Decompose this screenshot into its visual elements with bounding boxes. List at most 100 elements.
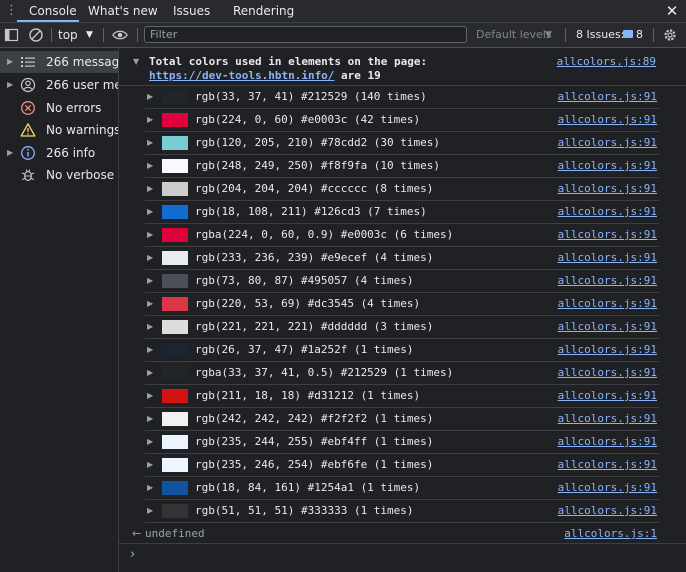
eye-icon[interactable] (112, 27, 128, 43)
console-group-header[interactable]: ▼ Total colors used in elements on the p… (119, 48, 686, 86)
sidebar-item-messages[interactable]: ▶ 266 messages (0, 51, 118, 73)
source-link[interactable]: allcolors.js:91 (558, 431, 657, 453)
expand-arrow-icon[interactable]: ▶ (147, 483, 153, 493)
color-log-row[interactable]: ▶ rgb(120, 205, 210) #78cdd2 (30 times) al… (145, 132, 659, 155)
sidebar-item-label: No errors (46, 101, 102, 115)
sidebar-item-verbose[interactable]: No verbose (0, 164, 118, 186)
toolbar-divider (565, 28, 566, 42)
source-link[interactable]: allcolors.js:91 (558, 316, 657, 338)
source-link[interactable]: allcolors.js:91 (558, 385, 657, 407)
expand-arrow-icon[interactable]: ▶ (147, 368, 153, 378)
expand-arrow-icon[interactable]: ▶ (147, 391, 153, 401)
source-link[interactable]: allcolors.js:91 (558, 454, 657, 476)
sidebar-item-errors[interactable]: No errors (0, 97, 118, 119)
color-log-row[interactable]: ▶ rgb(224, 0, 60) #e0003c (42 times) allco… (145, 109, 659, 132)
chevron-down-icon[interactable]: ▼ (86, 27, 93, 43)
expand-arrow-icon[interactable]: ▶ (147, 230, 153, 240)
color-value-text: rgb(235, 246, 254) #ebf6fe (1 times) (195, 458, 434, 471)
source-link[interactable]: allcolors.js:91 (558, 293, 657, 315)
color-log-row[interactable]: ▶ rgba(224, 0, 60, 0.9) #e0003c (6 times)… (145, 224, 659, 247)
source-link[interactable]: allcolors.js:91 (558, 408, 657, 430)
source-link[interactable]: allcolors.js:91 (558, 339, 657, 361)
sidebar-toggle-icon[interactable] (4, 27, 20, 43)
page-url-link[interactable]: https://dev-tools.hbtn.info/ (149, 69, 334, 82)
tab-console[interactable]: Console (29, 0, 77, 22)
source-link[interactable]: allcolors.js:89 (557, 55, 656, 68)
expand-arrow-icon[interactable]: ▶ (147, 506, 153, 516)
expand-arrow-icon[interactable]: ▶ (147, 115, 153, 125)
color-log-row[interactable]: ▶ rgba(33, 37, 41, 0.5) #212529 (1 times)… (145, 362, 659, 385)
color-value-text: rgb(233, 236, 239) #e9ecef (4 times) (195, 251, 434, 264)
tab-issues[interactable]: Issues (173, 0, 210, 22)
user-icon (20, 77, 36, 93)
gear-icon[interactable] (662, 27, 678, 43)
expand-arrow-icon[interactable]: ▶ (147, 345, 153, 355)
collapse-arrow-icon[interactable]: ▼ (133, 57, 139, 66)
expand-arrow-icon[interactable]: ▶ (147, 460, 153, 470)
source-link[interactable]: allcolors.js:91 (558, 224, 657, 246)
source-link[interactable]: allcolors.js:91 (558, 270, 657, 292)
expand-arrow-icon[interactable]: ▶ (147, 161, 153, 171)
source-link[interactable]: allcolors.js:91 (558, 247, 657, 269)
issues-count[interactable]: 8 (636, 27, 643, 43)
expand-arrow-icon[interactable]: ▶ (147, 184, 153, 194)
color-log-row[interactable]: ▶ rgb(73, 80, 87) #495057 (4 times) allcol… (145, 270, 659, 293)
context-select[interactable]: top (58, 27, 78, 43)
console-prompt[interactable]: › (119, 545, 686, 567)
expand-arrow-icon[interactable]: ▶ (7, 79, 13, 91)
source-link[interactable]: allcolors.js:91 (558, 362, 657, 384)
filter-input[interactable]: Filter (144, 26, 467, 43)
sidebar-item-info[interactable]: ▶ 266 info (0, 142, 118, 164)
expand-arrow-icon[interactable]: ▶ (147, 322, 153, 332)
source-link[interactable]: allcolors.js:91 (558, 86, 657, 108)
expand-arrow-icon[interactable]: ▶ (147, 207, 153, 217)
more-tabs-icon[interactable]: ⋮ (5, 3, 18, 19)
expand-arrow-icon[interactable]: ▶ (147, 299, 153, 309)
color-swatch (162, 274, 188, 288)
issue-icon[interactable] (623, 30, 633, 38)
color-log-row[interactable]: ▶ rgb(204, 204, 204) #cccccc (8 times) all… (145, 178, 659, 201)
expand-arrow-icon[interactable]: ▶ (147, 414, 153, 424)
expand-arrow-icon[interactable]: ▶ (7, 56, 13, 68)
active-tab-indicator (17, 20, 79, 22)
log-levels-select[interactable]: Default levels (476, 27, 552, 43)
source-link[interactable]: allcolors.js:91 (558, 201, 657, 223)
color-value-text: rgb(18, 84, 161) #1254a1 (1 times) (195, 481, 421, 494)
clear-console-icon[interactable] (28, 27, 44, 43)
color-log-row[interactable]: ▶ rgb(26, 37, 47) #1a252f (1 times) allcol… (145, 339, 659, 362)
source-link[interactable]: allcolors.js:91 (558, 477, 657, 499)
source-link[interactable]: allcolors.js:91 (558, 155, 657, 177)
color-log-row[interactable]: ▶ rgb(235, 246, 254) #ebf6fe (1 times) all… (145, 454, 659, 477)
expand-arrow-icon[interactable]: ▶ (147, 92, 153, 102)
expand-arrow-icon[interactable]: ▶ (147, 276, 153, 286)
prompt-chevron-icon: › (130, 547, 136, 562)
sidebar-item-user-messages[interactable]: ▶ 266 user me... (0, 74, 118, 96)
tab-whats-new[interactable]: What's new (88, 0, 158, 22)
color-log-row[interactable]: ▶ rgb(221, 221, 221) #dddddd (3 times) all… (145, 316, 659, 339)
color-log-row[interactable]: ▶ rgb(18, 84, 161) #1254a1 (1 times) allco… (145, 477, 659, 500)
color-log-row[interactable]: ▶ rgb(248, 249, 250) #f8f9fa (10 times) al… (145, 155, 659, 178)
color-log-row[interactable]: ▶ rgb(233, 236, 239) #e9ecef (4 times) all… (145, 247, 659, 270)
chevron-down-icon[interactable]: ▼ (545, 27, 552, 43)
expand-arrow-icon[interactable]: ▶ (147, 138, 153, 148)
close-icon[interactable]: ✕ (665, 2, 679, 20)
expand-arrow-icon[interactable]: ▶ (147, 253, 153, 263)
color-log-row[interactable]: ▶ rgb(211, 18, 18) #d31212 (1 times) allco… (145, 385, 659, 408)
color-log-row[interactable]: ▶ rgb(18, 108, 211) #126cd3 (7 times) allc… (145, 201, 659, 224)
source-link[interactable]: allcolors.js:1 (564, 524, 657, 544)
source-link[interactable]: allcolors.js:91 (558, 109, 657, 131)
source-link[interactable]: allcolors.js:91 (558, 500, 657, 522)
source-link[interactable]: allcolors.js:91 (558, 132, 657, 154)
source-link[interactable]: allcolors.js:91 (558, 178, 657, 200)
color-log-row[interactable]: ▶ rgb(235, 244, 255) #ebf4ff (1 times) all… (145, 431, 659, 454)
color-log-row[interactable]: ▶ rgb(220, 53, 69) #dc3545 (4 times) allco… (145, 293, 659, 316)
issues-button-label[interactable]: 8 Issues: (576, 27, 624, 43)
tab-rendering[interactable]: Rendering (233, 0, 294, 22)
expand-arrow-icon[interactable]: ▶ (7, 147, 13, 159)
expand-arrow-icon[interactable]: ▶ (147, 437, 153, 447)
color-log-row[interactable]: ▶ rgb(33, 37, 41) #212529 (140 times) allc… (145, 86, 659, 109)
color-log-row[interactable]: ▶ rgb(51, 51, 51) #333333 (1 times) allcol… (145, 500, 659, 523)
color-swatch (162, 435, 188, 449)
color-log-row[interactable]: ▶ rgb(242, 242, 242) #f2f2f2 (1 times) all… (145, 408, 659, 431)
sidebar-item-warnings[interactable]: No warnings (0, 119, 118, 141)
